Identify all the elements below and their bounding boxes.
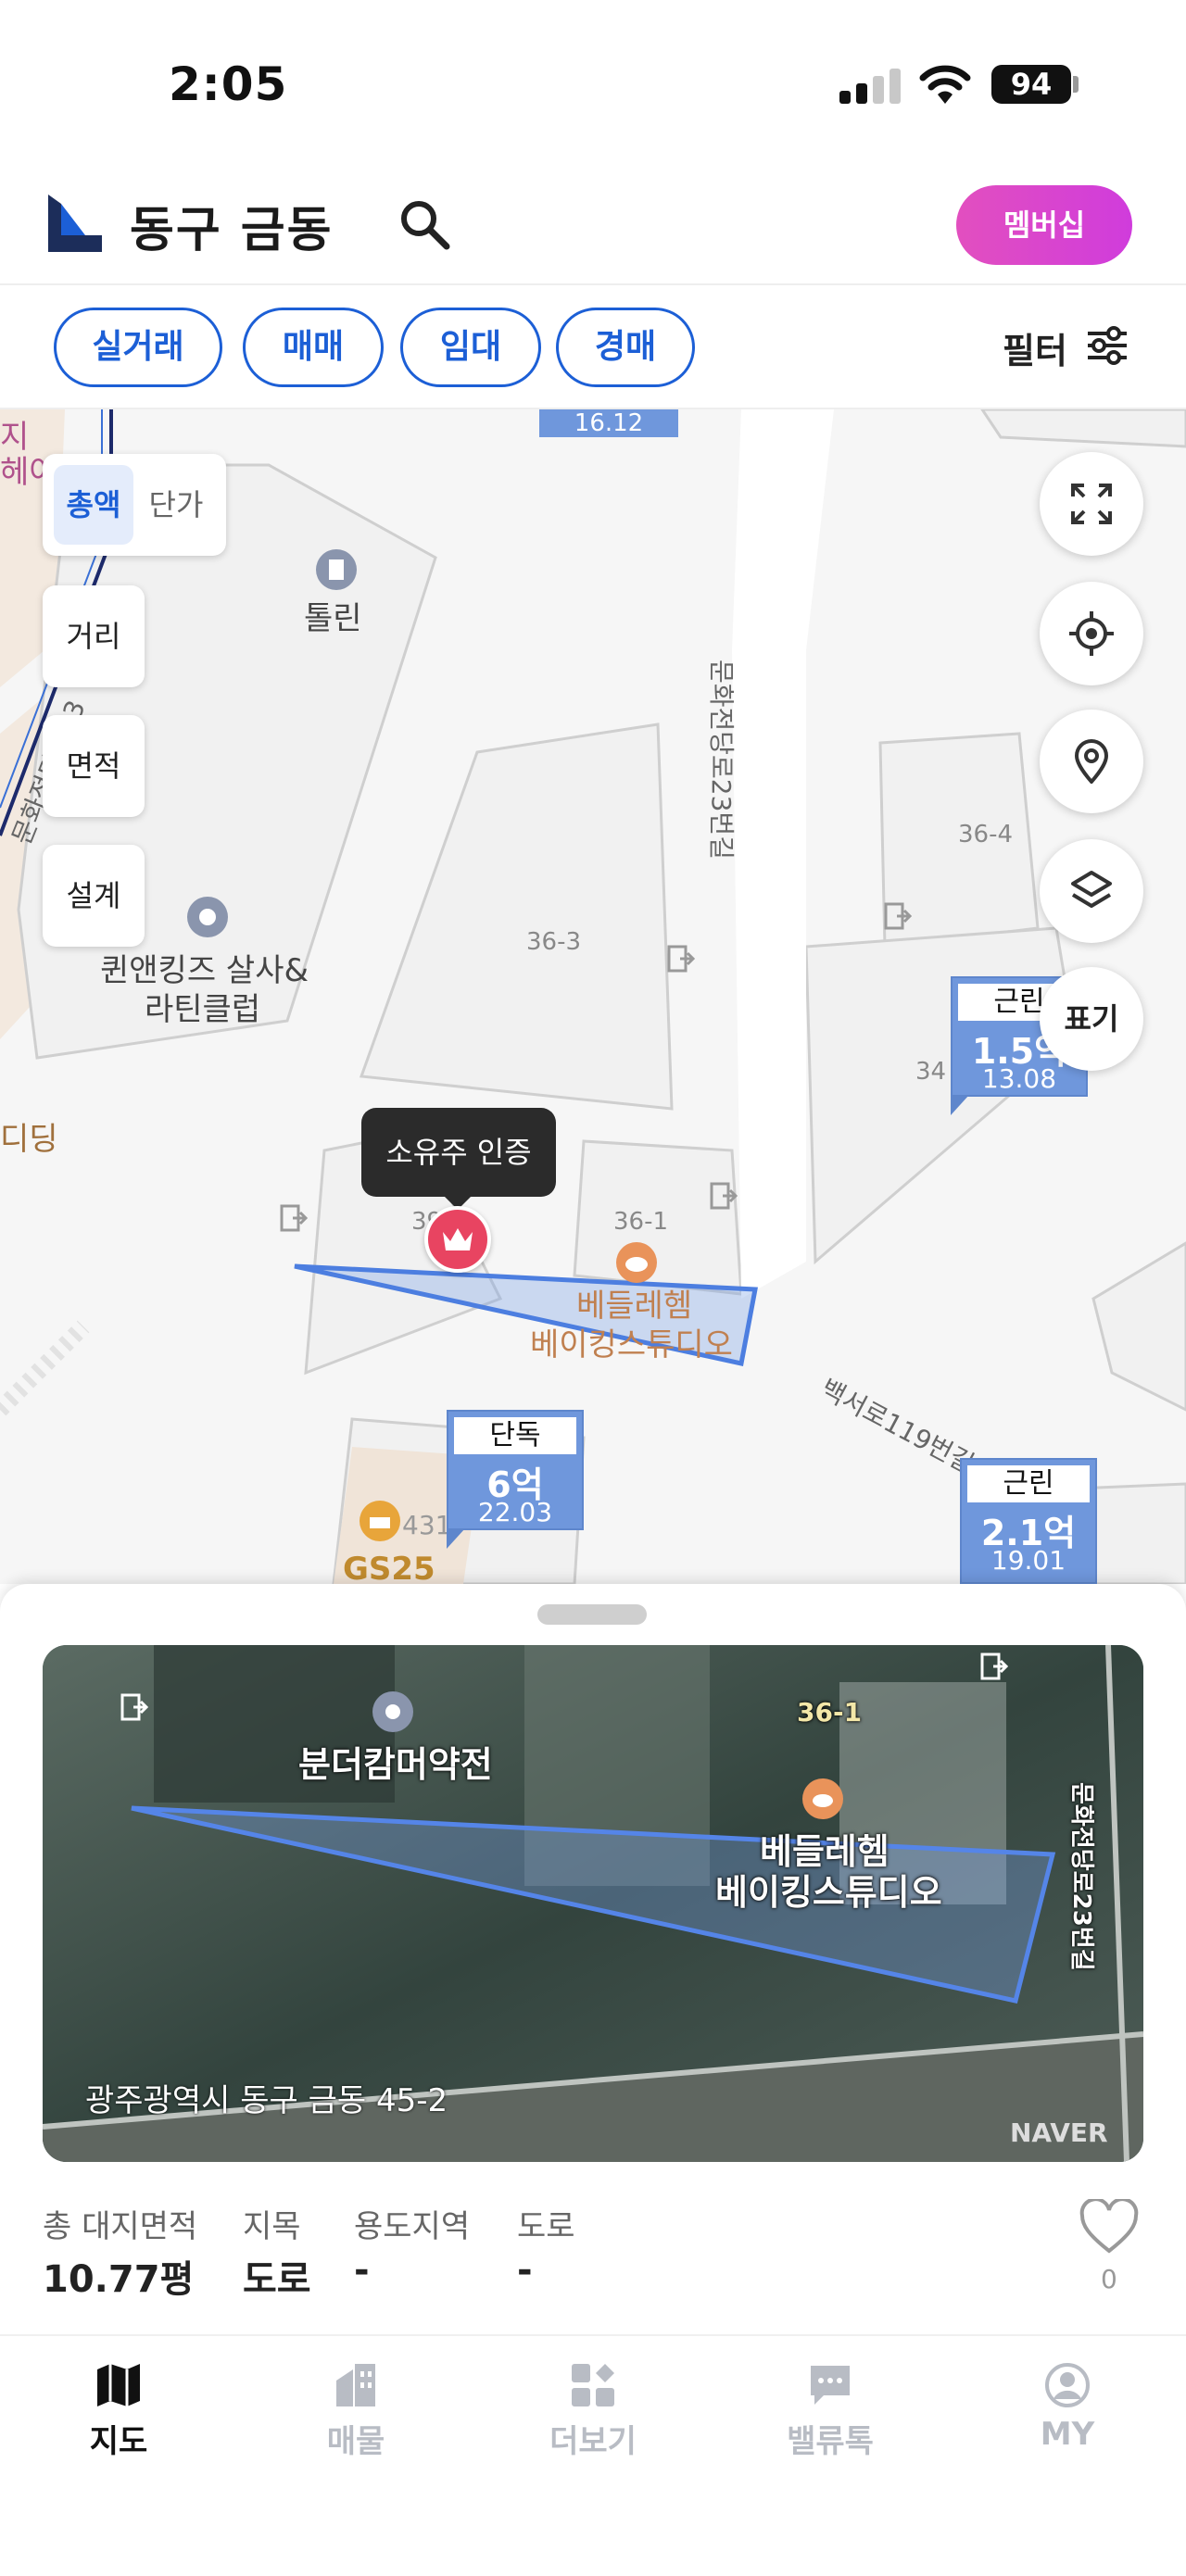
entrance-icon <box>667 945 695 973</box>
tab-more[interactable]: 더보기 <box>500 2353 686 2473</box>
owner-verified-tooltip[interactable]: 소유주 인증 <box>361 1108 556 1210</box>
location-title[interactable]: 동구 금동 <box>130 191 333 260</box>
status-time: 2:05 <box>169 57 288 111</box>
building-icon <box>316 549 357 590</box>
filter-sliders-icon[interactable] <box>1086 324 1129 367</box>
grid-plus-icon <box>572 2364 614 2406</box>
price-tag-tail <box>447 1528 465 1549</box>
aerial-lot-label: 36-1 <box>797 1697 863 1728</box>
place-bakery-2: 베이킹스튜디오 <box>530 1326 733 1363</box>
profile-icon <box>1045 2363 1090 2407</box>
map-icon <box>97 2364 140 2406</box>
info-value-zoning: - <box>354 2249 370 2292</box>
info-label-zoning: 용도지역 <box>354 2208 471 2245</box>
layers-button[interactable] <box>1040 839 1143 943</box>
chip-auction[interactable]: 경매 <box>556 308 695 387</box>
place-tollin: 톨린 <box>304 600 362 637</box>
aerial-road-label: 문화전당로23번길 <box>1067 1782 1095 1971</box>
price-tag-kind: 근린 <box>967 1465 1090 1502</box>
tab-label: 밸류톡 <box>787 2423 874 2460</box>
search-icon[interactable] <box>397 196 452 252</box>
my-location-button[interactable] <box>1040 582 1143 685</box>
battery-cap <box>1073 76 1079 93</box>
like-count: 0 <box>1101 2264 1117 2294</box>
heart-icon[interactable] <box>1079 2199 1140 2255</box>
chip-lease[interactable]: 임대 <box>400 308 541 387</box>
price-tag[interactable]: 단독 6억 22.03 <box>447 1410 584 1549</box>
bakery-icon <box>616 1242 657 1283</box>
display-button[interactable]: 표기 <box>1040 967 1143 1071</box>
price-tag-date: 16.12 <box>574 409 644 437</box>
filter-label[interactable]: 필터 <box>1003 322 1067 373</box>
price-tag-date: 22.03 <box>477 1497 553 1527</box>
place-partial-left: 디딩 <box>0 1121 58 1158</box>
lot-label: 36-3 <box>526 928 582 956</box>
info-label-land-area: 총 대지면적 <box>43 2208 198 2245</box>
price-tag-tail <box>951 1095 969 1115</box>
price-tag-kind: 단독 <box>454 1417 576 1454</box>
info-label-road: 도로 <box>517 2208 575 2245</box>
owner-crown-marker[interactable] <box>424 1206 491 1273</box>
info-value-land-category: 도로 <box>243 2258 311 2301</box>
wifi-icon <box>919 65 971 104</box>
property-address: 광주광역시 동구 금동 45-2 <box>85 2082 448 2119</box>
entrance-icon <box>710 1182 738 1210</box>
aerial-place-bakery-2: 베이킹스튜디오 <box>715 1872 942 1913</box>
tab-listings[interactable]: 매물 <box>263 2353 448 2473</box>
place-queens-kings-2: 라틴클럽 <box>145 991 261 1028</box>
app-logo-icon <box>48 195 102 252</box>
distance-button[interactable]: 거리 <box>43 585 145 687</box>
status-bar: 2:05 94 <box>0 0 1186 167</box>
info-value-road: - <box>517 2249 533 2292</box>
fullscreen-button[interactable] <box>1040 452 1143 556</box>
entrance-icon <box>280 1204 308 1232</box>
lot-label: 36-1 <box>613 1208 669 1236</box>
lot-label: 36-4 <box>958 821 1014 848</box>
place-pin-icon <box>187 897 228 937</box>
tab-my[interactable]: MY <box>975 2353 1160 2473</box>
entrance-icon <box>884 902 912 930</box>
entrance-icon <box>120 1693 148 1721</box>
tab-label: 지도 <box>89 2423 148 2460</box>
aerial-place-pharmacy: 분더캄머약전 <box>298 1744 493 1785</box>
membership-button[interactable]: 멤버십 <box>956 185 1132 265</box>
tab-label: 더보기 <box>549 2423 637 2460</box>
chip-real-transaction[interactable]: 실거래 <box>54 308 222 387</box>
area-button[interactable]: 면적 <box>43 715 145 817</box>
entrance-icon <box>980 1652 1008 1680</box>
toggle-unit-price[interactable]: 단가 <box>137 465 215 545</box>
battery-indicator: 94 <box>991 65 1071 104</box>
map-pin-icon <box>1074 739 1109 784</box>
design-button[interactable]: 설계 <box>43 845 145 947</box>
sheet-drag-handle[interactable] <box>537 1604 647 1625</box>
map-provider-logo: NAVER <box>1010 2117 1108 2148</box>
cellular-signal-icon <box>839 67 901 104</box>
toggle-total-price[interactable]: 총액 <box>54 465 133 545</box>
building-icon <box>336 2364 375 2406</box>
road-label-23: 문화전당로23번길 <box>706 660 737 860</box>
price-tag-partial[interactable]: 16.12 <box>539 409 678 437</box>
chip-sale[interactable]: 매매 <box>243 308 384 387</box>
chat-bubble-icon <box>811 2366 850 2405</box>
tab-map[interactable]: 지도 <box>26 2353 211 2473</box>
crosshair-icon <box>1069 611 1114 656</box>
info-value-land-area: 10.77평 <box>43 2258 195 2301</box>
info-label-land-category: 지목 <box>243 2208 301 2245</box>
tab-label: 매물 <box>326 2423 385 2460</box>
price-tag-date: 13.08 <box>981 1063 1057 1094</box>
price-tag[interactable]: 근린 2.1억 19.01 <box>960 1458 1097 1584</box>
pin-button[interactable] <box>1040 710 1143 813</box>
convenience-store-icon <box>360 1501 400 1541</box>
crown-icon <box>443 1228 473 1250</box>
price-tag-date: 19.01 <box>990 1545 1066 1576</box>
tab-label: MY <box>1040 2416 1095 2453</box>
place-gs25: GS25 <box>343 1551 435 1584</box>
tab-value-talk[interactable]: 밸류톡 <box>738 2353 923 2473</box>
layers-icon <box>1071 871 1112 908</box>
place-gs25-number: 431 <box>402 1510 452 1540</box>
expand-icon <box>1071 484 1112 524</box>
lot-label: 34 <box>915 1058 947 1086</box>
